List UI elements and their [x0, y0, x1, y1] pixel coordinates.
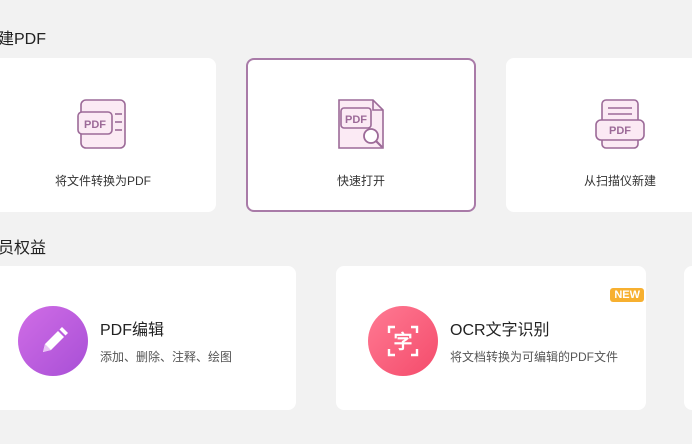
feature-title: PDF编辑: [100, 322, 165, 339]
card-new-from-scanner[interactable]: PDF 从扫描仪新建: [506, 58, 692, 212]
section-title-member: 员权益: [0, 240, 47, 257]
feature-desc: 添加、删除、注释、绘图: [100, 350, 233, 364]
search-document-icon: PDF: [335, 98, 387, 155]
card-quick-open[interactable]: PDF 快速打开: [246, 58, 476, 212]
svg-text:PDF: PDF: [345, 114, 367, 126]
card-label: 将文件转换为PDF: [54, 174, 151, 188]
feature-card-pdf-edit[interactable]: PDF编辑 添加、删除、注释、绘图: [0, 266, 296, 410]
card-label: 从扫描仪新建: [583, 174, 657, 188]
feature-card-partial[interactable]: [684, 266, 692, 410]
card-convert-to-pdf[interactable]: PDF 将文件转换为PDF: [0, 58, 216, 212]
svg-text:PDF: PDF: [84, 119, 106, 131]
section-title-create: 建PDF: [0, 31, 47, 48]
feature-card-ocr[interactable]: NEW 字 OCR文字识别 将文档转换为可编辑的PDF文件: [336, 266, 646, 410]
pencil-icon: [18, 306, 88, 376]
ocr-text-icon: 字: [368, 306, 438, 376]
convert-document-icon: PDF: [77, 98, 129, 155]
feature-desc: 将文档转换为可编辑的PDF文件: [450, 350, 619, 364]
card-label: 快速打开: [336, 174, 385, 188]
new-badge: NEW: [610, 288, 644, 302]
scanner-document-icon: PDF: [594, 98, 646, 155]
svg-text:字: 字: [393, 330, 412, 353]
svg-text:PDF: PDF: [609, 125, 631, 137]
feature-title: OCR文字识别: [450, 322, 550, 339]
